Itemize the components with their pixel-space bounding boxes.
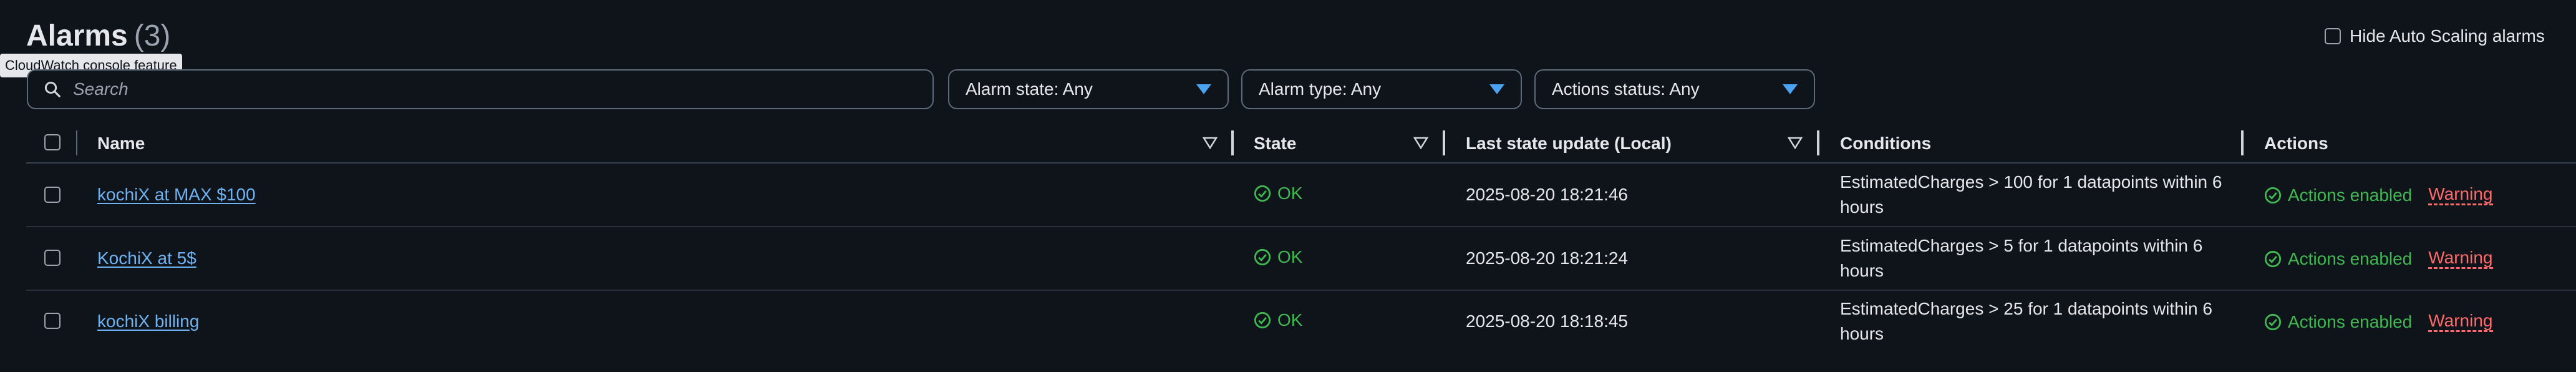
actions-cell: Actions enabled Warning <box>2264 185 2493 205</box>
actions-cell: Actions enabled Warning <box>2264 248 2493 269</box>
search-box[interactable] <box>27 69 934 109</box>
state-label: OK <box>1277 310 1303 330</box>
conditions-cell: EstimatedCharges > 25 for 1 datapoints w… <box>1840 299 2212 343</box>
check-circle-icon <box>2264 313 2282 330</box>
actions-enabled-label: Actions enabled <box>2288 185 2413 205</box>
column-resizer[interactable] <box>1817 130 1819 155</box>
state-label: OK <box>1277 247 1303 267</box>
check-circle-icon <box>2264 187 2282 203</box>
chevron-down-icon <box>1489 84 1504 94</box>
state-label: OK <box>1277 184 1303 203</box>
column-header-name[interactable]: Name <box>97 134 145 154</box>
hide-auto-scaling-label: Hide Auto Scaling alarms <box>2350 26 2545 46</box>
actions-cell: Actions enabled Warning <box>2264 311 2493 332</box>
row-checkbox[interactable] <box>44 187 61 203</box>
sort-icon[interactable] <box>1788 137 1803 149</box>
state-ok: OK <box>1254 310 1302 330</box>
alarm-state-value: Alarm state: Any <box>966 79 1093 99</box>
alarm-name-link[interactable]: kochiX at MAX $100 <box>97 185 256 205</box>
sort-icon[interactable] <box>1203 137 1218 149</box>
page-title-text: Alarms <box>26 19 128 52</box>
hide-auto-scaling-toggle[interactable]: Hide Auto Scaling alarms <box>2325 26 2545 46</box>
column-resizer[interactable] <box>2241 130 2244 155</box>
row-checkbox[interactable] <box>44 250 61 266</box>
warning-label[interactable]: Warning <box>2428 185 2493 205</box>
last-update-cell: 2025-08-20 18:21:46 <box>1466 185 1628 204</box>
row-divider <box>26 290 2576 291</box>
check-circle-icon <box>1254 248 1271 266</box>
row-divider <box>26 226 2576 227</box>
hide-auto-scaling-checkbox[interactable] <box>2325 28 2341 44</box>
alarm-name-link[interactable]: KochiX at 5$ <box>97 248 196 268</box>
column-header-conditions[interactable]: Conditions <box>1840 134 1931 154</box>
column-resizer[interactable] <box>1443 130 1445 155</box>
alarm-count: (3) <box>133 19 171 52</box>
conditions-cell: EstimatedCharges > 5 for 1 datapoints wi… <box>1840 236 2203 280</box>
header-divider <box>26 162 2576 164</box>
search-icon <box>44 81 61 97</box>
actions-enabled-label: Actions enabled <box>2288 248 2413 268</box>
chevron-down-icon <box>1783 84 1798 94</box>
actions-enabled-label: Actions enabled <box>2288 311 2413 331</box>
state-ok: OK <box>1254 247 1302 267</box>
alarm-state-select[interactable]: Alarm state: Any <box>948 69 1229 109</box>
search-input[interactable] <box>72 79 885 100</box>
column-header-last-update[interactable]: Last state update (Local) <box>1466 134 1672 154</box>
alarm-type-value: Alarm type: Any <box>1259 79 1382 99</box>
alarm-name-link[interactable]: kochiX billing <box>97 311 199 331</box>
chevron-down-icon <box>1196 84 1211 94</box>
row-checkbox[interactable] <box>44 313 61 329</box>
last-update-cell: 2025-08-20 18:21:24 <box>1466 248 1628 268</box>
sort-icon[interactable] <box>1413 137 1428 149</box>
alarm-type-select[interactable]: Alarm type: Any <box>1241 69 1522 109</box>
warning-label[interactable]: Warning <box>2428 248 2493 269</box>
check-circle-icon <box>1254 185 1271 202</box>
column-header-actions[interactable]: Actions <box>2264 134 2328 154</box>
check-circle-icon <box>1254 311 1271 329</box>
conditions-cell: EstimatedCharges > 100 for 1 datapoints … <box>1840 172 2222 217</box>
select-all-checkbox[interactable] <box>44 134 61 150</box>
check-circle-icon <box>2264 250 2282 267</box>
actions-status-select[interactable]: Actions status: Any <box>1534 69 1815 109</box>
warning-label[interactable]: Warning <box>2428 311 2493 332</box>
last-update-cell: 2025-08-20 18:18:45 <box>1466 311 1628 331</box>
page-title: Alarms (3) <box>26 19 170 53</box>
column-divider <box>76 130 77 155</box>
state-ok: OK <box>1254 184 1302 203</box>
column-resizer[interactable] <box>1231 130 1234 155</box>
actions-status-value: Actions status: Any <box>1552 79 1700 99</box>
column-header-state[interactable]: State <box>1254 134 1296 154</box>
